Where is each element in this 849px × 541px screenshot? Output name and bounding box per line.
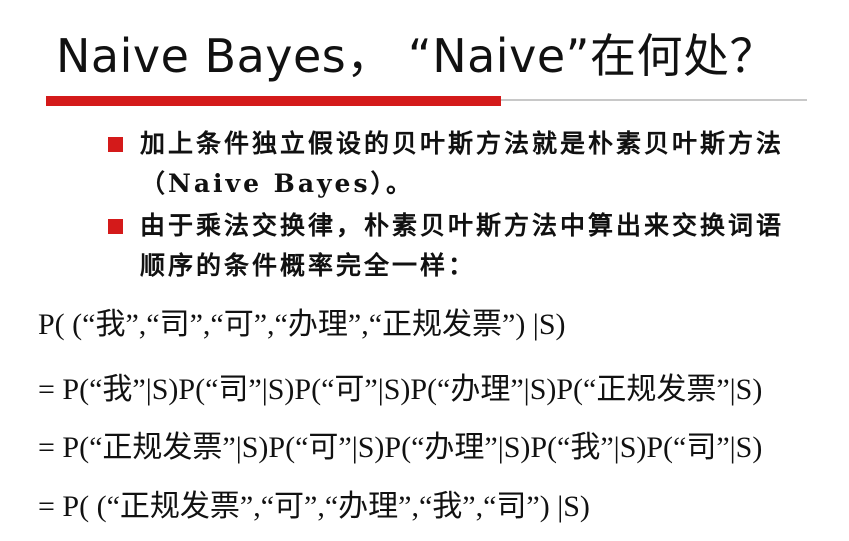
slide-title: Naive Bayes， “Naive”在何处？	[56, 29, 776, 83]
title-underline-gray	[501, 99, 807, 101]
bullet-item: 由于乘法交换律，朴素贝叶斯方法中算出来交换词语顺序的条件概率完全一样：	[108, 206, 798, 286]
equation-line: = P( (“正规发票”,“可”,“办理”,“我”,“司”) |S)	[38, 490, 590, 523]
bullet-square-icon	[108, 137, 123, 152]
bullet-text: 由于乘法交换律，朴素贝叶斯方法中算出来交换词语顺序的条件概率完全一样：	[140, 211, 785, 280]
slide: Naive Bayes， “Naive”在何处？ 加上条件独立假设的贝叶斯方法就…	[0, 0, 849, 541]
equation-line: P( (“我”,“司”,“可”,“办理”,“正规发票”) |S)	[38, 308, 566, 341]
bullet-square-icon	[108, 219, 123, 234]
bullet-text: 加上条件独立假设的贝叶斯方法就是朴素贝叶斯方法（Naive Bayes）。	[140, 129, 785, 198]
title-underline-red	[46, 96, 501, 106]
bullet-item: 加上条件独立假设的贝叶斯方法就是朴素贝叶斯方法（Naive Bayes）。	[108, 124, 798, 204]
equation-line: = P(“我”|S)P(“司”|S)P(“可”|S)P(“办理”|S)P(“正规…	[38, 373, 763, 406]
equation-line: = P(“正规发票”|S)P(“可”|S)P(“办理”|S)P(“我”|S)P(…	[38, 431, 763, 464]
